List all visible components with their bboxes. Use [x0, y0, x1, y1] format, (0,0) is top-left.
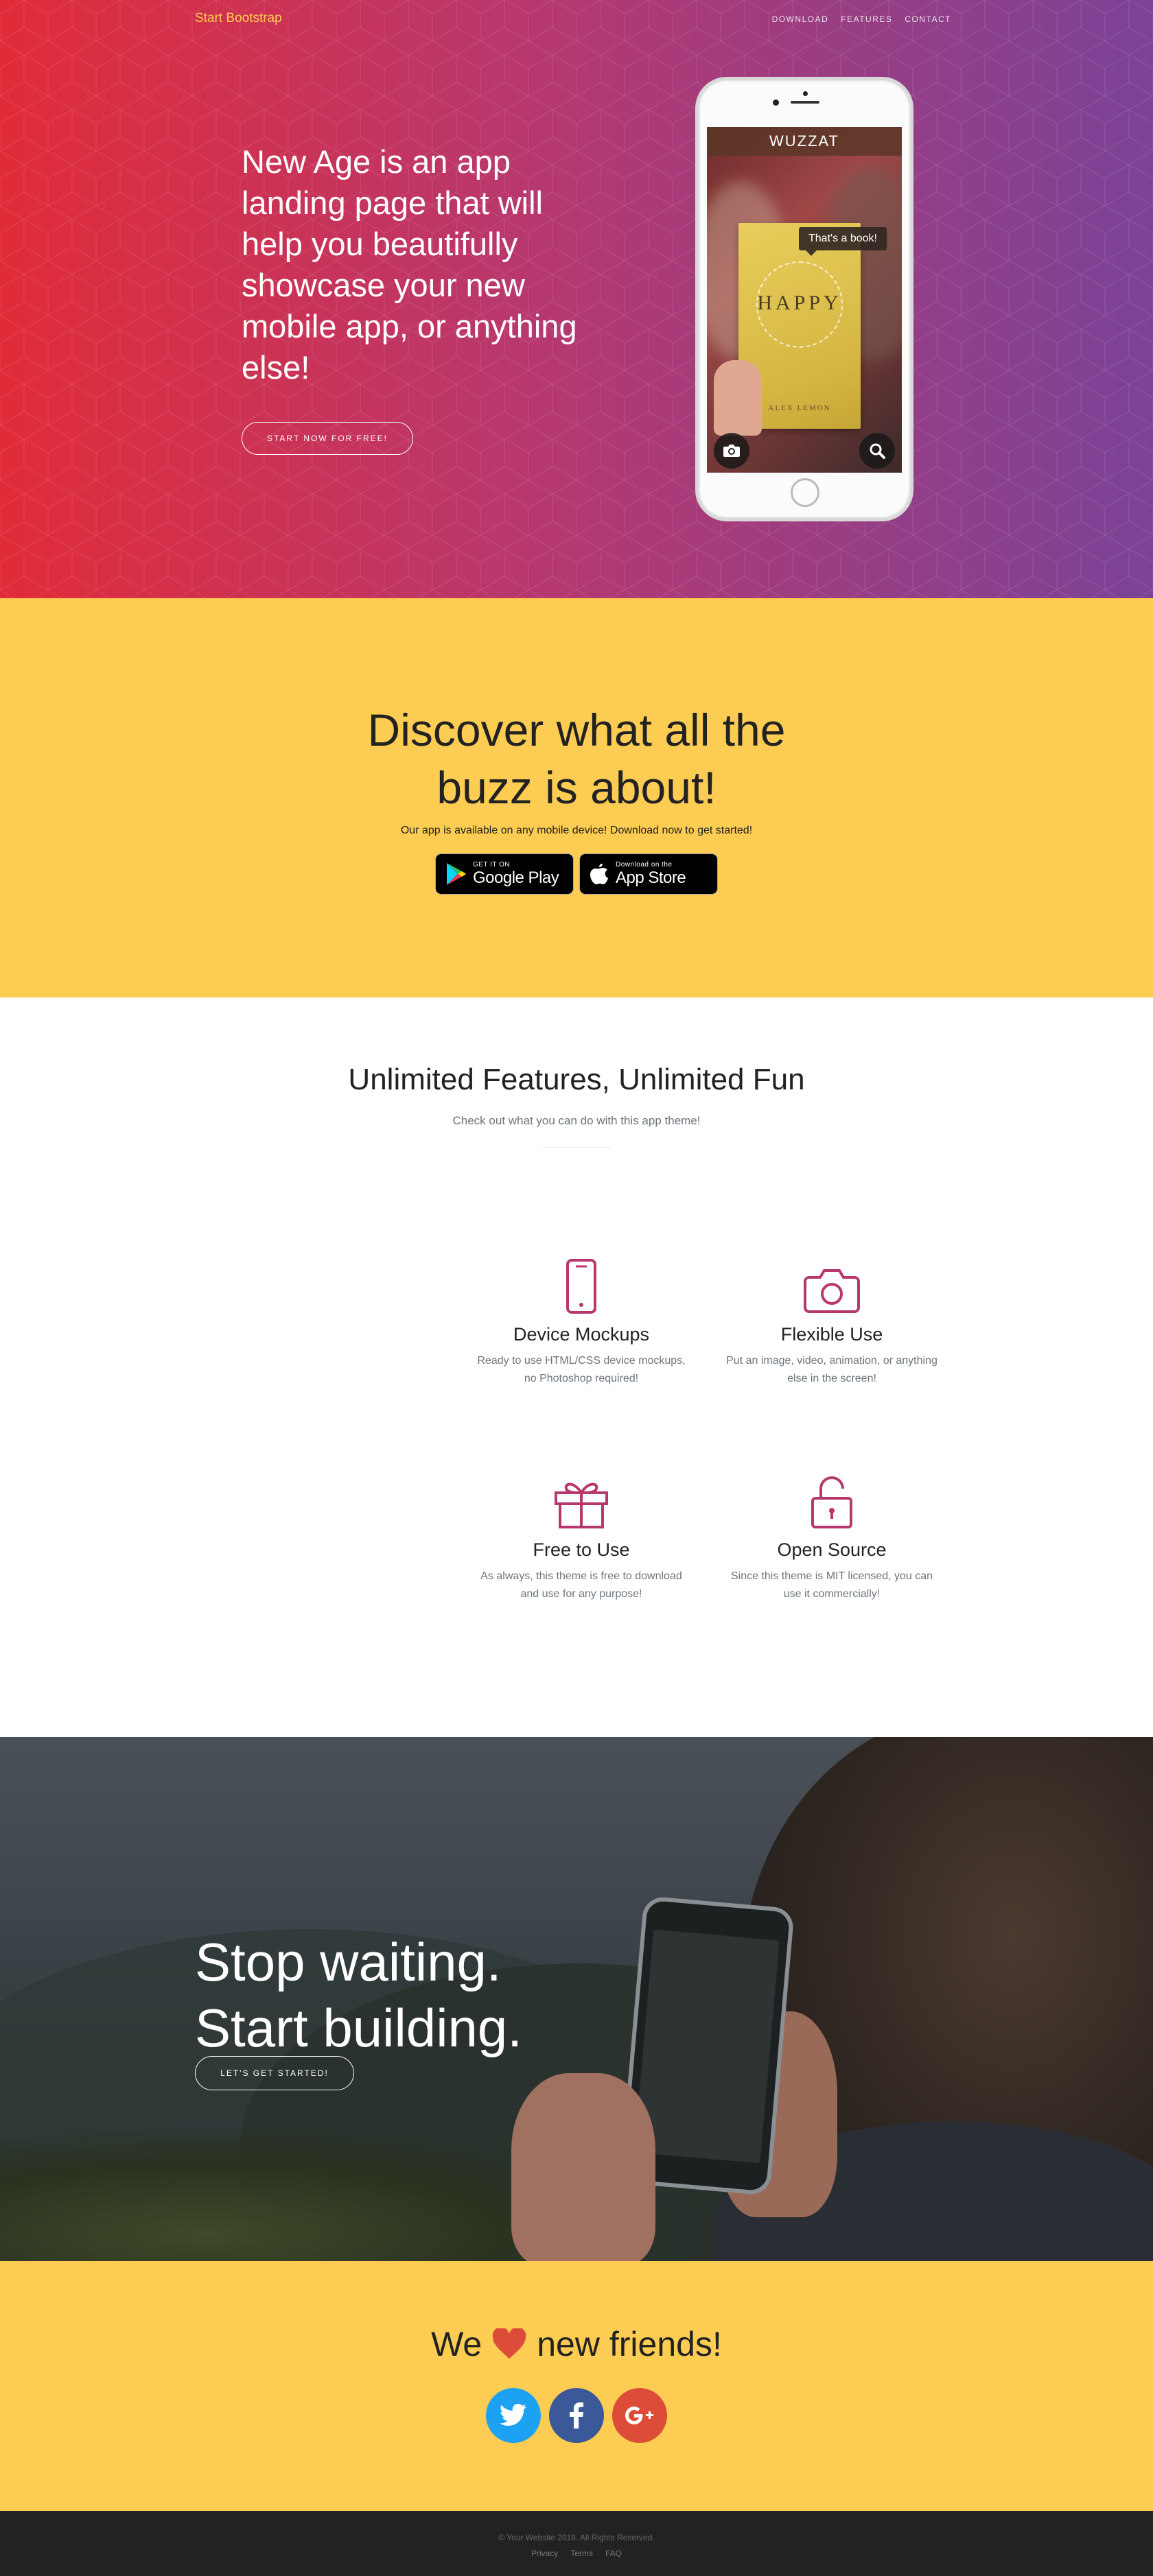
feature-text: Since this theme is MIT licensed, you ca…	[730, 1570, 933, 1600]
social-links	[0, 2388, 1153, 2443]
phone-camera	[803, 91, 808, 96]
copyright-text: © Your Website 2018. All Rights Reserved…	[498, 2533, 655, 2542]
footer-link-terms[interactable]: Terms	[570, 2549, 593, 2558]
app-title: WUZZAT	[707, 127, 902, 156]
camera-icon	[804, 1269, 860, 1313]
divider	[542, 1147, 611, 1148]
hand-image	[714, 360, 762, 436]
app-store-big: App Store	[616, 868, 686, 887]
nav-links: DOWNLOAD FEATURES CONTACT	[772, 14, 951, 24]
download-text: Our app is available on any mobile devic…	[400, 825, 753, 836]
contact-section: We new friends!	[0, 2261, 1153, 2511]
camera-button[interactable]	[714, 433, 749, 469]
feature-icon-wrap	[722, 1255, 942, 1314]
download-heading-line1: Discover what all the	[367, 705, 786, 755]
bg-smartphone-screen	[634, 1929, 780, 2164]
twitter-icon	[500, 2404, 526, 2426]
heart-icon	[492, 2328, 526, 2359]
book-title: HAPPY	[757, 292, 842, 314]
feature-flexible-use: Flexible Use Put an image, video, animat…	[722, 1255, 942, 1388]
feature-open-source: Open Source Since this theme is MIT lice…	[722, 1471, 942, 1603]
google-plus-button[interactable]	[612, 2388, 667, 2443]
feature-title: Free to Use	[533, 1539, 630, 1560]
footer-link-privacy[interactable]: Privacy	[531, 2549, 558, 2558]
present-icon	[555, 1482, 608, 1528]
feature-device-mockups: Device Mockups Ready to use HTML/CSS dev…	[471, 1255, 691, 1388]
screen-smartphone-icon	[566, 1259, 596, 1314]
feature-icon-wrap	[722, 1471, 942, 1530]
download-section: Discover what all the buzz is about! Our …	[0, 598, 1153, 997]
phone-speaker	[791, 101, 819, 104]
facebook-icon	[570, 2402, 583, 2429]
nav-link-features[interactable]: FEATURES	[841, 14, 892, 24]
footer-link-faq[interactable]: FAQ	[605, 2549, 622, 2558]
cta-line2: Start building.	[195, 1998, 522, 2058]
facebook-button[interactable]	[549, 2388, 604, 2443]
feature-title: Device Mockups	[513, 1324, 650, 1345]
camera-icon	[723, 445, 740, 457]
cta-line1: Stop waiting.	[195, 1932, 502, 1992]
search-button[interactable]	[859, 433, 895, 469]
cta-section: Stop waiting. Start building. LET'S GET S…	[0, 1737, 1153, 2261]
store-badges: GET IT ON Google Play Download on the Ap…	[0, 853, 1153, 895]
contact-heading: We new friends!	[0, 2324, 1153, 2364]
features-section: Unlimited Features, Unlimited Fun Check …	[0, 997, 1153, 2576]
twitter-button[interactable]	[486, 2388, 541, 2443]
speech-bubble: That's a book!	[799, 227, 887, 256]
phone-sensor	[773, 99, 779, 106]
cta-heading: Stop waiting. Start building.	[195, 1929, 522, 2061]
feature-text: Ready to use HTML/CSS device mockups, no…	[477, 1355, 686, 1384]
apple-icon	[590, 864, 608, 884]
features-subheading: Check out what you can do with this app …	[452, 1114, 701, 1127]
phone-mockup: WUZZAT HAPPY ALEX LEMON That's a book!	[695, 77, 913, 521]
footer: © Your Website 2018. All Rights Reserved…	[0, 2511, 1153, 2576]
phone-screen: WUZZAT HAPPY ALEX LEMON That's a book!	[707, 127, 902, 473]
google-play-badge[interactable]: GET IT ON Google Play	[435, 853, 574, 895]
phone-home-button[interactable]	[791, 478, 819, 507]
brand-link[interactable]: Start Bootstrap	[195, 11, 282, 26]
feature-title: Flexible Use	[780, 1324, 883, 1345]
start-now-button[interactable]: START NOW FOR FREE!	[242, 422, 413, 455]
feature-text: Put an image, video, animation, or anyth…	[726, 1355, 937, 1384]
contact-friends: new friends!	[537, 2325, 722, 2363]
download-heading-line2: buzz is about!	[436, 762, 717, 813]
contact-we: We	[431, 2325, 482, 2363]
nav-link-contact[interactable]: CONTACT	[905, 14, 951, 24]
lock-open-icon	[811, 1476, 852, 1528]
app-store-badge[interactable]: Download on the App Store	[579, 853, 718, 895]
feature-text: As always, this theme is free to downloa…	[480, 1570, 682, 1600]
feature-free-to-use: Free to Use As always, this theme is fre…	[471, 1471, 691, 1603]
google-plus-icon	[625, 2407, 653, 2424]
hero-section: New Age is an app landing page that will…	[0, 0, 1153, 598]
footer-links: Privacy Terms FAQ	[0, 2549, 1153, 2558]
main-navbar: Start Bootstrap DOWNLOAD FEATURES CONTAC…	[0, 0, 1153, 38]
google-play-icon	[447, 863, 466, 885]
download-heading: Discover what all the buzz is about!	[0, 701, 1153, 816]
feature-title: Open Source	[777, 1539, 887, 1560]
google-play-big: Google Play	[473, 868, 559, 887]
get-started-button[interactable]: LET'S GET STARTED!	[195, 2056, 354, 2090]
nav-link-download[interactable]: DOWNLOAD	[772, 14, 829, 24]
bg-hand	[511, 2073, 655, 2261]
feature-icon-wrap	[471, 1471, 691, 1530]
features-heading: Unlimited Features, Unlimited Fun	[348, 1063, 805, 1096]
hero-headline: New Age is an app landing page that will…	[242, 143, 577, 386]
feature-icon-wrap	[471, 1255, 691, 1314]
search-icon	[870, 443, 885, 459]
